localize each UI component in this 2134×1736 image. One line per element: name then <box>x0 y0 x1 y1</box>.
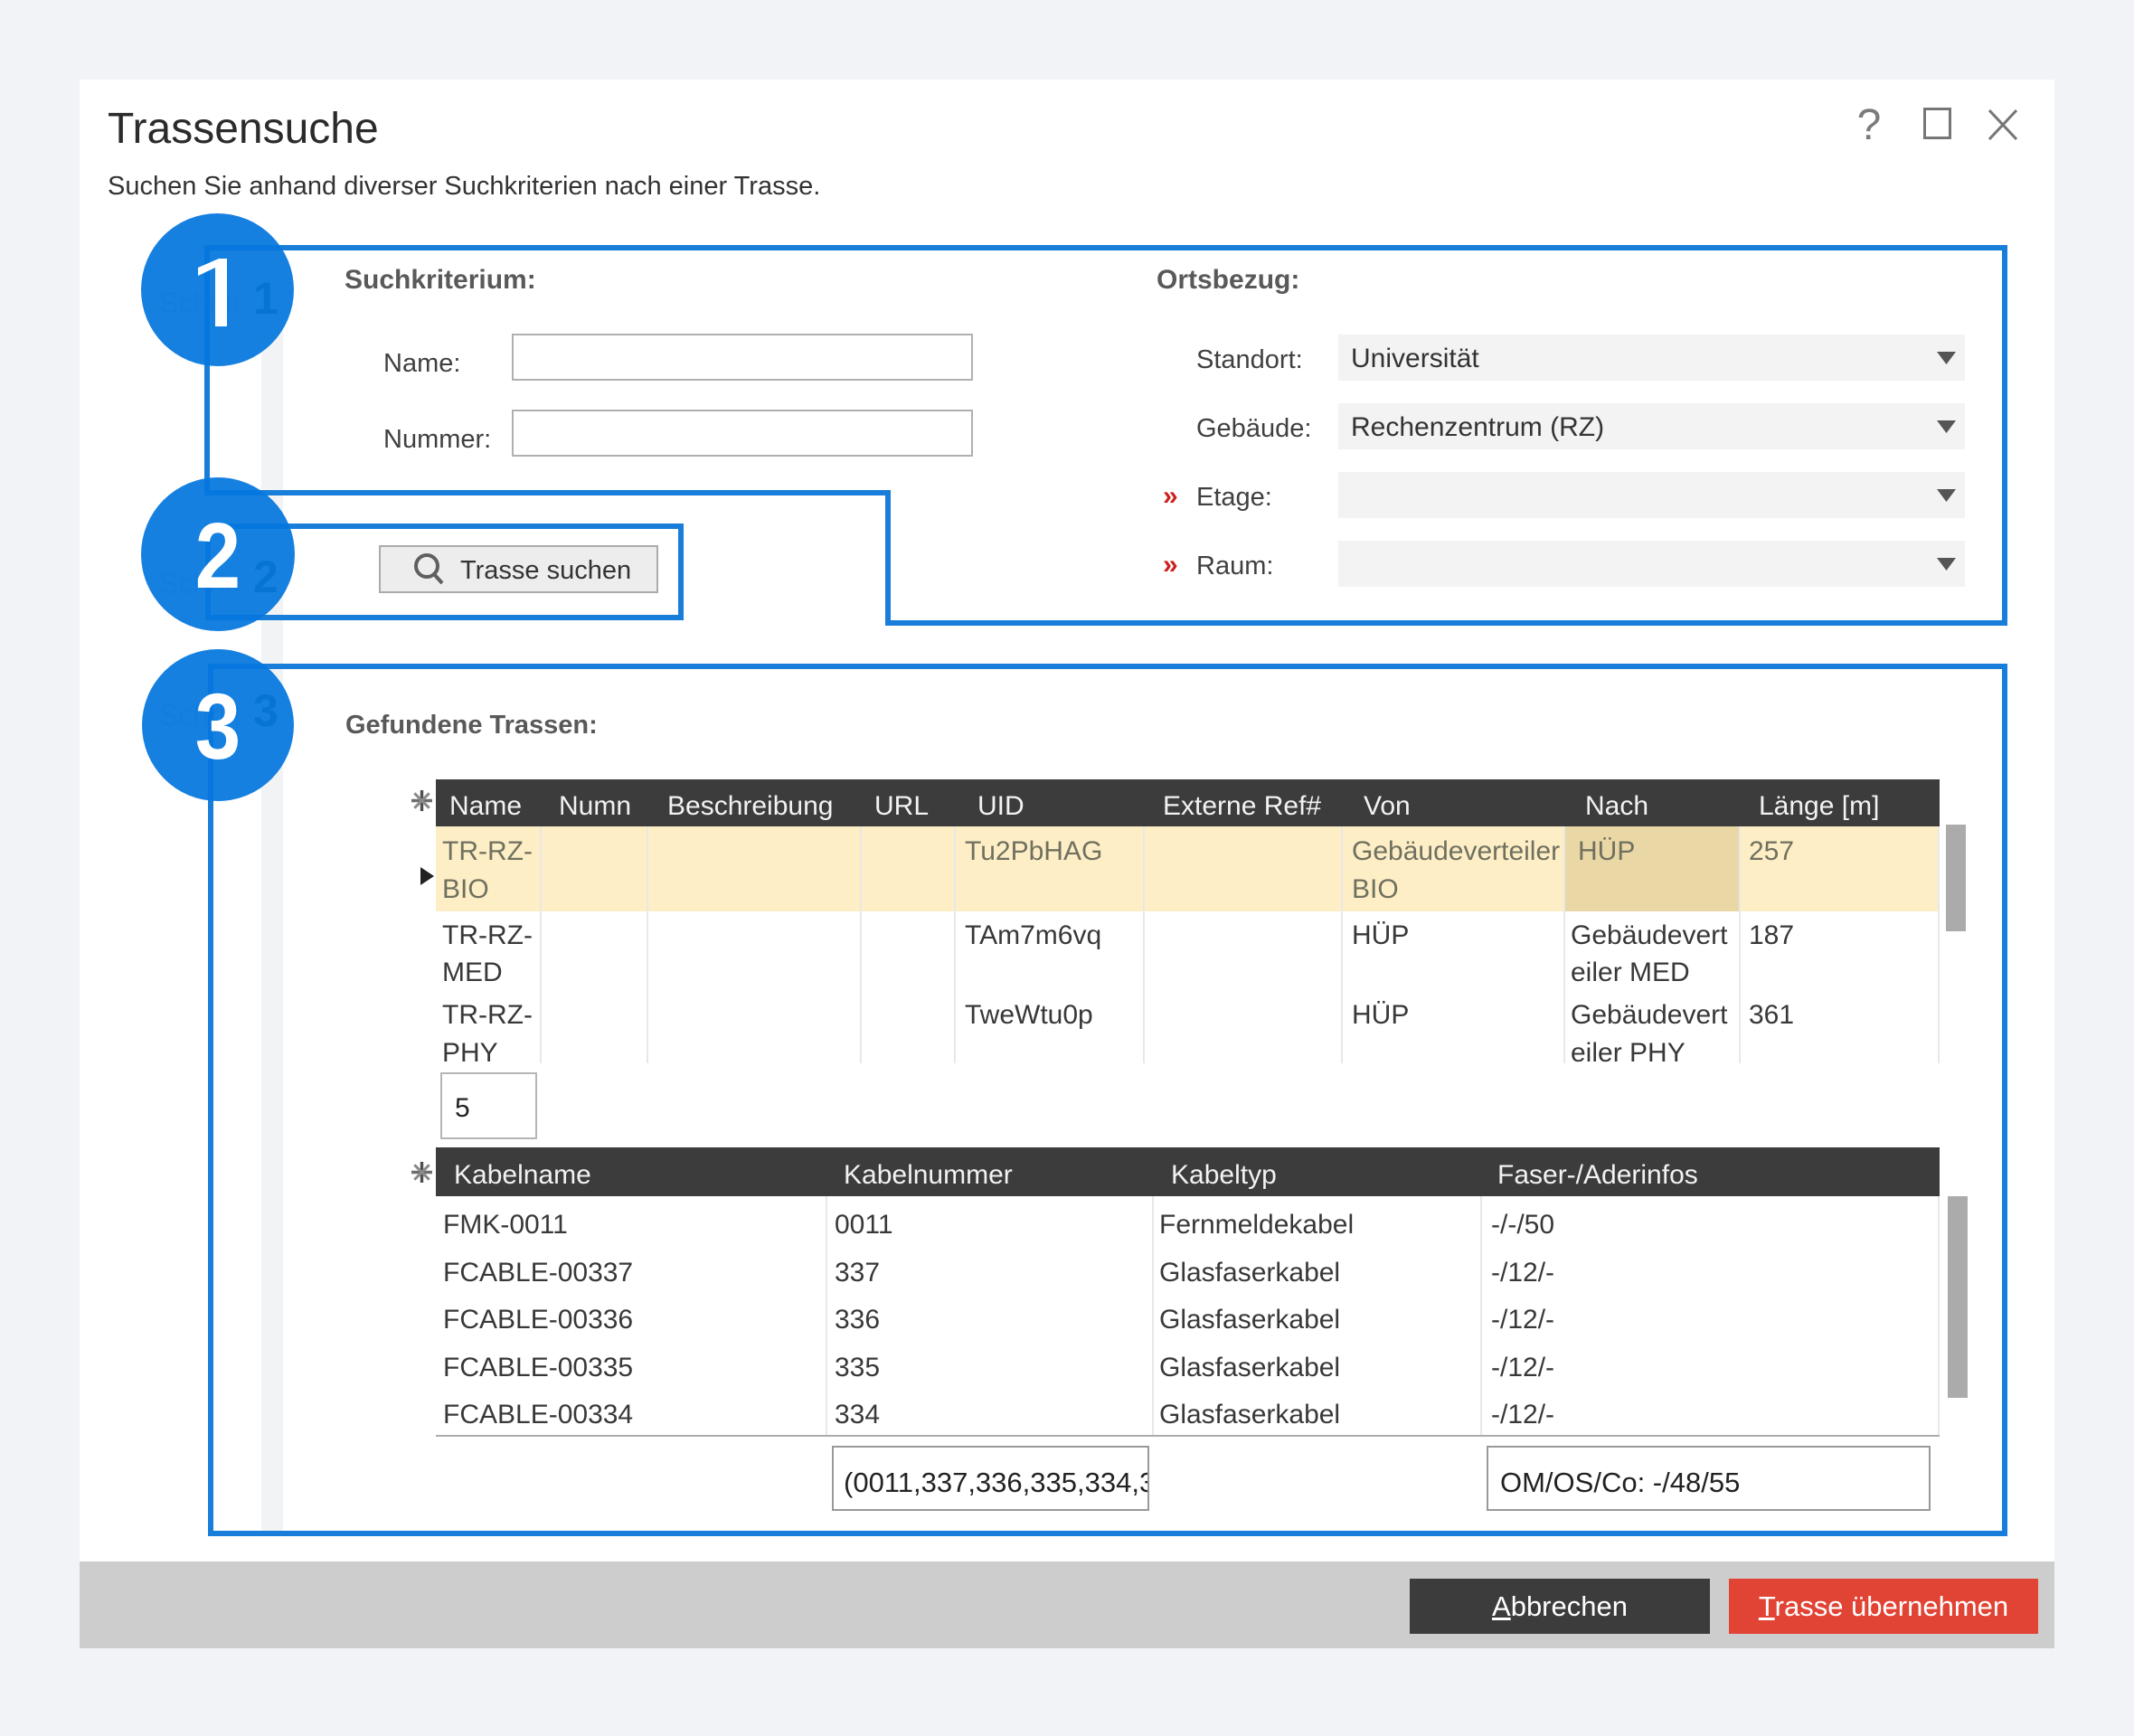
svg-text:2: 2 <box>195 504 241 609</box>
svg-text:3: 3 <box>195 675 241 779</box>
